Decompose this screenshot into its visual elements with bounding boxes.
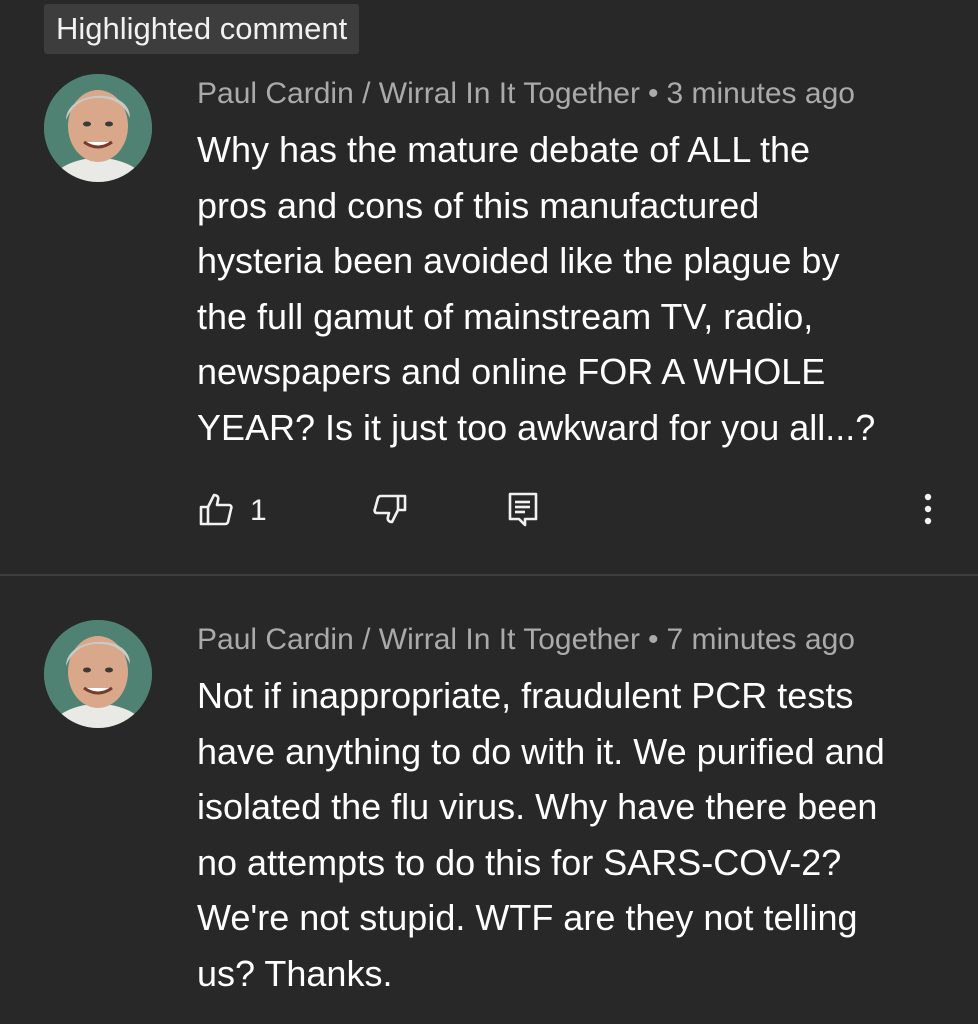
comment-line: We're not stupid. WTF are they not telli… (197, 897, 858, 938)
comment-divider (0, 574, 978, 576)
comment-line: isolated the flu virus. Why have there b… (197, 786, 878, 827)
meta-separator: • (647, 77, 659, 110)
comment-line: Why has the mature debate of ALL the (197, 129, 811, 170)
comment-line: hysteria been avoided like the plague by (197, 240, 840, 281)
comment-body: Why has the mature debate of ALL the pro… (197, 122, 937, 455)
comment-reply-icon (503, 489, 543, 534)
thumb-up-icon (196, 489, 236, 534)
like-button[interactable]: 1 (196, 486, 267, 536)
comment-line: the full gamut of mainstream TV, radio, (197, 295, 814, 337)
comment-line: YEAR? Is it just too awkward for you all… (197, 406, 876, 448)
comment-body: Not if inappropriate, fraudulent PCR tes… (197, 668, 937, 1001)
more-options-button[interactable] (916, 486, 940, 536)
meta-separator: • (647, 623, 659, 656)
thumb-down-icon (370, 489, 410, 534)
comment-author[interactable]: Paul Cardin / Wirral In It Together (197, 623, 640, 656)
comment-meta: Paul Cardin / Wirral In It Together • 7 mi… (197, 620, 855, 660)
more-vertical-icon (916, 489, 940, 534)
reply-button[interactable] (503, 486, 543, 536)
comment-line: us? Thanks. (197, 952, 393, 994)
like-count: 1 (250, 494, 267, 527)
comment-author[interactable]: Paul Cardin / Wirral In It Together (197, 77, 640, 110)
highlighted-comment-badge: Highlighted comment (44, 4, 360, 54)
avatar[interactable] (44, 620, 152, 728)
comment-meta: Paul Cardin / Wirral In It Together • 3 mi… (197, 74, 855, 114)
comment-actions: 1 (0, 486, 978, 536)
comment-timestamp[interactable]: 7 minutes ago (666, 623, 854, 656)
comments-page: Highlighted comment Paul Cardin / Wirral… (0, 0, 978, 1024)
comment-line: pros and cons of this manufactured (197, 184, 760, 226)
comment-line: no attempts to do this for SARS-COV-2? (197, 841, 842, 883)
avatar[interactable] (44, 74, 152, 182)
dislike-button[interactable] (370, 486, 410, 536)
comment-line: have anything to do with it. We purified… (197, 730, 885, 772)
comment-line: newspapers and online FOR A WHOLE (197, 351, 826, 392)
comment-timestamp[interactable]: 3 minutes ago (666, 77, 854, 110)
comment-line: Not if inappropriate, fraudulent PCR tes… (197, 675, 854, 716)
